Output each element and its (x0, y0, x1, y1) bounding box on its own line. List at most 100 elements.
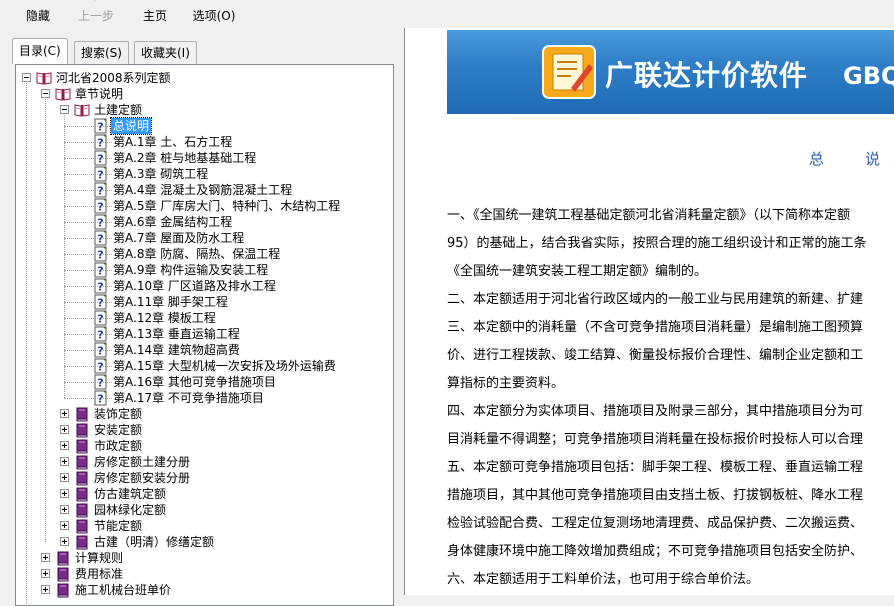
document-paragraph-line: 95）的基础上，结合我省实际，按照合理的施工组织设计和正常的施工条 (447, 236, 867, 251)
expand-icon[interactable] (60, 521, 69, 530)
tree-item-book[interactable]: 房修定额土建分册 (16, 454, 393, 470)
banner-title: 广联达计价软件 (605, 59, 809, 92)
expand-icon[interactable] (60, 489, 69, 498)
hide-button[interactable]: 隐藏 (18, 0, 58, 28)
open-book-icon (55, 86, 71, 102)
document-heading-char: 总 (809, 150, 825, 168)
tree-guide-line (64, 318, 112, 319)
document-paragraph-line: 五、本定额可竞争措施项目包括：脚手架工程、模板工程、垂直运输工程 (447, 460, 864, 475)
expand-icon[interactable] (60, 537, 69, 546)
content-pane[interactable]: 广联达计价软件 GBQ 总 说 一、《全国统一建筑工程基础定额河北省消耗量定额》… (404, 28, 894, 595)
svg-text:?: ? (97, 201, 103, 214)
tree-item-label: 第A.9章 构件运输及安装工程 (113, 263, 269, 277)
tree-item-label: 第A.7章 屋面及防水工程 (113, 231, 245, 245)
tree-item-label: 第A.14章 建筑物超高费 (113, 343, 240, 357)
tree-guide-line (64, 350, 112, 351)
expand-icon[interactable] (60, 441, 69, 450)
collapse-icon[interactable] (22, 73, 31, 82)
tree-item-label: 第A.11章 脚手架工程 (113, 295, 228, 309)
closed-book-icon (55, 550, 71, 566)
expand-icon[interactable] (41, 553, 50, 562)
tree-guide-line (64, 286, 112, 287)
tree-item-label: 第A.6章 金属结构工程 (113, 215, 233, 229)
tree-item-label: 第A.5章 厂库房大门、特种门、木结构工程 (113, 199, 341, 213)
closed-book-icon (74, 422, 90, 438)
expand-icon[interactable] (60, 457, 69, 466)
tree-item-label: 章节说明 (75, 87, 124, 101)
tree-item-book[interactable]: 园林绿化定额 (16, 502, 393, 518)
tree-item-book[interactable]: 古建（明清）修缮定额 (16, 534, 393, 550)
options-button[interactable]: 选项(O) (190, 0, 238, 28)
expand-icon[interactable] (60, 473, 69, 482)
tree-item-label: 仿古建筑定额 (94, 487, 167, 501)
expand-icon[interactable] (60, 425, 69, 434)
tree-item-label: 第A.4章 混凝土及钢筋混凝土工程 (113, 183, 293, 197)
closed-book-icon (74, 486, 90, 502)
document-paragraph-line: 算指标的主要资料。 (447, 376, 565, 391)
expand-icon[interactable] (41, 585, 50, 594)
tree-item-label: 第A.10章 厂区道路及排水工程 (113, 279, 276, 293)
tree-item-label: 第A.16章 其他可竞争措施项目 (113, 375, 276, 389)
tree-item-book[interactable]: 房修定额安装分册 (16, 470, 393, 486)
tree-item-label: 第A.1章 土、石方工程 (113, 135, 233, 149)
document-paragraph-line: 一、《全国统一建筑工程基础定额河北省消耗量定额》（以下简称本定额 (447, 208, 851, 223)
banner-brand: GBQ (843, 62, 894, 90)
svg-text:?: ? (97, 329, 103, 342)
collapse-icon[interactable] (41, 89, 50, 98)
tree-guide-line (64, 142, 112, 143)
glodon-logo-icon (542, 45, 596, 99)
tree-item-label: 园林绿化定额 (94, 503, 167, 517)
tree-guide-line (64, 158, 112, 159)
contents-tree[interactable]: 河北省2008系列定额 章节说明 土建定额? 总说明? 第A.1章 土、石方工程? 第A.… (15, 64, 394, 606)
tree-item-label: 第A.13章 垂直运输工程 (113, 327, 240, 341)
closed-book-icon (74, 454, 90, 470)
tree-item-book[interactable]: 安装定额 (16, 422, 393, 438)
tree-item-label: 古建（明清）修缮定额 (94, 535, 215, 549)
document-paragraph-line: 目消耗量不得调整；可竞争措施项目消耗量在投标报价时投标人可以合理 (447, 432, 864, 447)
tree-item-label: 第A.15章 大型机械一次安拆及场外运输费 (113, 359, 336, 373)
tree-item-civil[interactable]: 土建定额 (16, 102, 393, 118)
tree-item-label: 计算规则 (75, 551, 124, 565)
tree-item-book[interactable]: 施工机械台班单价 (16, 582, 393, 598)
tree-guide-line (64, 206, 112, 207)
svg-text:?: ? (97, 137, 103, 150)
collapse-icon[interactable] (60, 105, 69, 114)
document-paragraph-line: 《全国统一建筑安装工程工期定额》编制的。 (447, 264, 708, 279)
tree-guide-line (64, 174, 112, 175)
tree-item-book[interactable]: 装饰定额 (16, 406, 393, 422)
tree-item-label: 节能定额 (94, 519, 143, 533)
document-paragraph-line: 二、本定额适用于河北省行政区域内的一般工业与民用建筑的新建、扩建 (447, 292, 864, 307)
svg-text:?: ? (97, 345, 103, 358)
tree-guide-line (64, 366, 112, 367)
tab-favorites[interactable]: 收藏夹(I) (134, 41, 197, 64)
svg-text:?: ? (97, 169, 103, 182)
document-paragraph-line: 三、本定额中的消耗量（不含可竞争措施项目消耗量）是编制施工图预算 (447, 320, 864, 335)
tree-item-label: 第A.2章 桩与地基基础工程 (113, 151, 257, 165)
tree-item-book[interactable]: 计算规则 (16, 550, 393, 566)
back-button[interactable]: 上一步 (74, 0, 118, 28)
home-label: 主页 (142, 9, 167, 23)
closed-book-icon (74, 502, 90, 518)
svg-text:?: ? (97, 361, 103, 374)
tree-guide-line (64, 126, 112, 127)
expand-icon[interactable] (41, 569, 50, 578)
tree-item-label: 施工机械台班单价 (75, 583, 172, 597)
expand-icon[interactable] (60, 409, 69, 418)
tab-contents[interactable]: 目录(C) (12, 38, 68, 64)
tree-item-root[interactable]: 河北省2008系列定额 (16, 70, 393, 86)
document-paragraph-line: 检验试验配合费、工程定位复测场地清理费、成品保护费、二次搬运费、 (447, 516, 864, 531)
closed-book-icon (74, 518, 90, 534)
open-book-icon (74, 102, 90, 118)
expand-icon[interactable] (60, 505, 69, 514)
tree-item-book[interactable]: 费用标准 (16, 566, 393, 582)
closed-book-icon (74, 438, 90, 454)
tree-item-book[interactable]: 市政定额 (16, 438, 393, 454)
tree-item-chapter-notes[interactable]: 章节说明 (16, 86, 393, 102)
tree-item-label: 总说明 (109, 117, 153, 135)
tab-search[interactable]: 搜索(S) (74, 41, 129, 64)
back-arrow-icon (94, 0, 96, 1)
tree-item-book[interactable]: 仿古建筑定额 (16, 486, 393, 502)
tree-item-book[interactable]: 节能定额 (16, 518, 393, 534)
home-button[interactable]: 主页 (136, 0, 174, 28)
document-paragraph-line: 措施项目，其中其他可竞争措施项目由支挡土板、打拔钢板桩、降水工程 (447, 488, 864, 503)
